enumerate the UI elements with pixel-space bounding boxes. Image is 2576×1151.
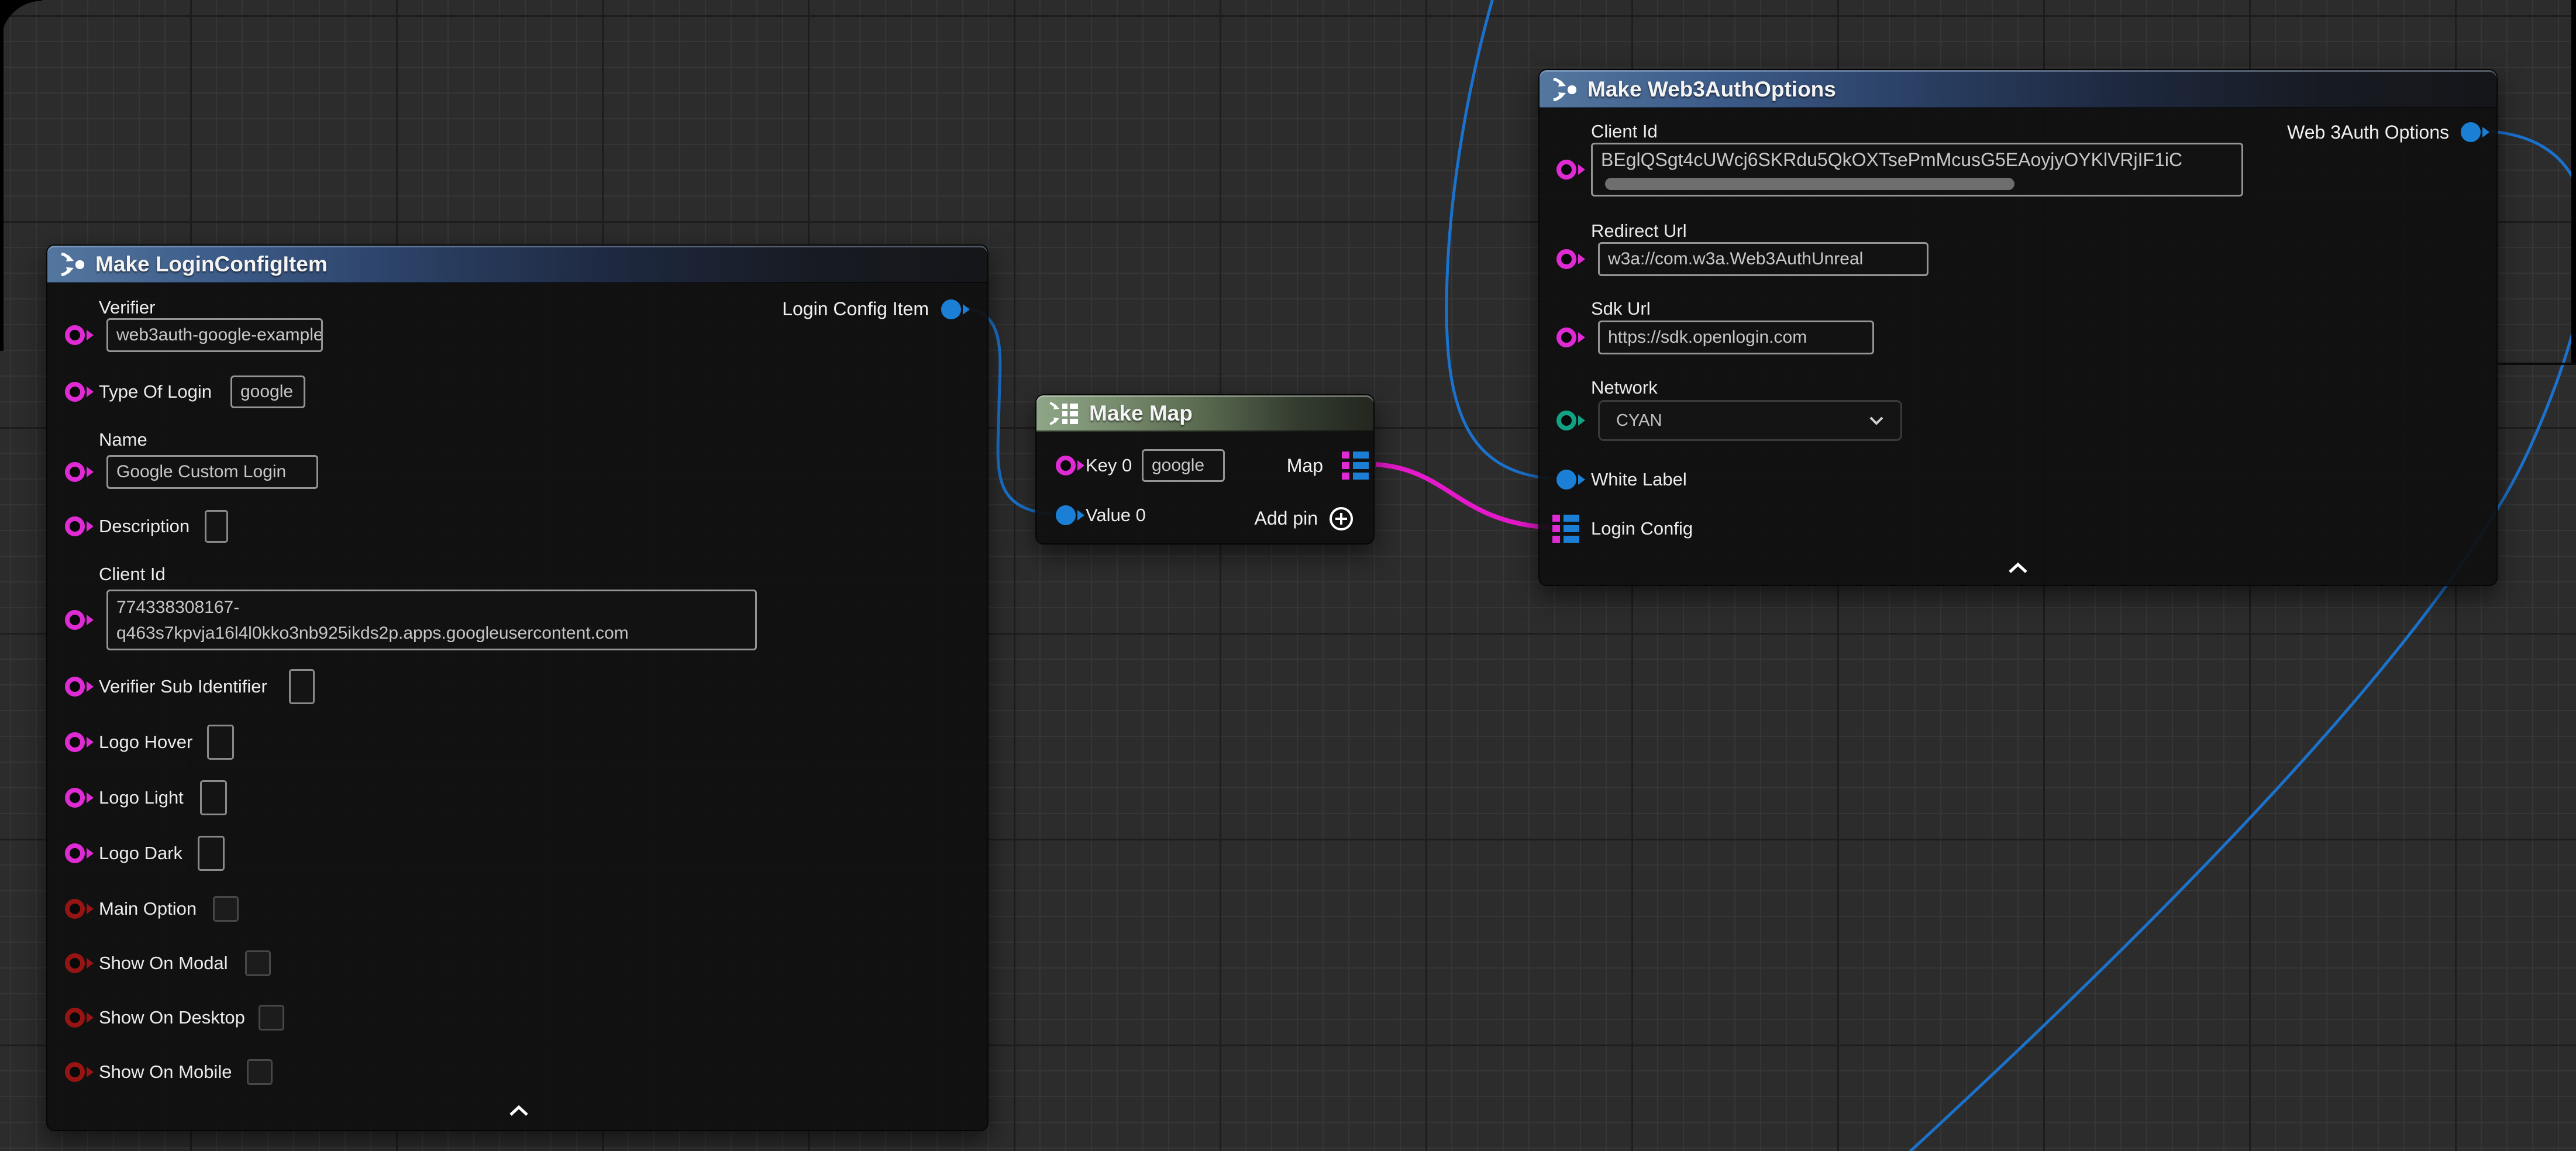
pin-logo-light[interactable] [65,788,95,808]
pin-show-on-desktop[interactable] [65,1008,95,1028]
node-make-map[interactable]: Make Map Key 0 google Map Value 0 Add pi… [1035,394,1375,545]
right-panel-divider [2495,363,2576,365]
pin-label-sdk-url: Sdk Url [1591,298,1651,319]
network-dropdown-value: CYAN [1616,411,1662,430]
pin-network[interactable] [1556,411,1587,430]
pin-show-on-mobile[interactable] [65,1062,95,1082]
pin-sdk-url[interactable] [1556,328,1587,347]
name-input[interactable]: Google Custom Login [106,455,318,489]
node-title: Make LoginConfigItem [95,252,328,277]
pin-value0[interactable] [1056,505,1086,525]
logo-hover-input[interactable] [207,725,234,760]
node-make-web3auth-options[interactable]: Make Web3AuthOptions Web 3Auth Options C… [1538,69,2498,586]
add-pin-icon[interactable] [1328,506,1354,532]
pin-label-client-id: Client Id [1591,121,1658,142]
type-of-login-input[interactable]: google [230,375,305,408]
main-option-checkbox[interactable] [213,896,239,922]
logo-light-input[interactable] [200,780,227,815]
pin-key0[interactable] [1056,456,1086,475]
wire-offscreen-to-white-label[interactable] [1447,0,1550,478]
logo-dark-input[interactable] [198,836,225,871]
make-map-icon [1048,402,1079,425]
add-pin-label: Add pin [1254,508,1318,529]
collapse-chevron-icon[interactable] [2006,561,2030,574]
make-struct-icon [1551,78,1577,101]
pin-label-logo-light: Logo Light [99,787,184,808]
wire-map-to-login-config[interactable] [1376,464,1550,528]
collapse-chevron-icon[interactable] [507,1104,531,1117]
pin-label-redirect-url: Redirect Url [1591,220,1687,242]
pin-type-of-login[interactable] [65,382,95,402]
pin-label-main-option: Main Option [99,898,197,919]
verifier-input[interactable]: web3auth-google-example [106,318,323,352]
pin-label-show-on-modal: Show On Modal [99,953,228,974]
node-title: Make Map [1089,401,1193,426]
right-edge-border [2571,0,2576,364]
client-id-scrollbar[interactable] [1605,178,2014,190]
output-pin-label: Login Config Item [782,298,929,320]
description-input[interactable] [205,510,228,543]
node-header[interactable]: Make Map [1036,395,1373,432]
show-on-mobile-checkbox[interactable] [247,1059,273,1085]
pin-client-id[interactable] [65,610,95,630]
pin-main-option[interactable] [65,899,95,919]
client-id-line1: 774338308167- [116,595,747,621]
left-edge-border [0,0,4,351]
output-pin-login-config-item[interactable] [941,299,972,319]
show-on-modal-checkbox[interactable] [245,950,271,976]
network-dropdown[interactable]: CYAN [1598,400,1902,441]
sdk-url-input[interactable]: https://sdk.openlogin.com [1598,321,1874,354]
show-on-desktop-checkbox[interactable] [259,1005,284,1031]
redirect-url-input[interactable]: w3a://com.w3a.Web3AuthUnreal [1598,242,1928,276]
pin-label-description: Description [99,516,190,537]
pin-label-show-on-desktop: Show On Desktop [99,1007,245,1028]
output-pin-web3auth-options[interactable] [2461,122,2491,142]
node-make-login-config-item[interactable]: Make LoginConfigItem Login Config Item V… [46,244,989,1131]
pin-logo-hover[interactable] [65,732,95,752]
pin-label-show-on-mobile: Show On Mobile [99,1062,232,1083]
pin-label-name: Name [99,429,147,450]
pin-label-type-of-login: Type Of Login [99,381,212,402]
pin-label-key0: Key 0 [1086,455,1132,476]
dropdown-chevron-icon [1869,416,1884,425]
output-pin-label: Web 3Auth Options [2287,122,2449,143]
node-header[interactable]: Make Web3AuthOptions [1540,70,2496,108]
pin-label-login-config: Login Config [1591,518,1693,539]
pin-description[interactable] [65,516,95,536]
client-id-input[interactable]: 774338308167- q463s7kpvja16l4l0kko3nb925… [106,590,757,650]
pin-show-on-modal[interactable] [65,953,95,973]
graph-rounded-corner [0,0,42,42]
make-struct-icon [59,253,85,276]
node-title: Make Web3AuthOptions [1587,77,1836,102]
pin-label-network: Network [1591,377,1658,398]
pin-label-white-label: White Label [1591,469,1687,490]
pin-logo-dark[interactable] [65,843,95,863]
blueprint-graph-canvas[interactable]: Make LoginConfigItem Login Config Item V… [0,0,2576,1151]
pin-verifier[interactable] [65,325,95,345]
pin-client-id[interactable] [1556,160,1587,180]
pin-verifier-sub-identifier[interactable] [65,677,95,697]
pin-label-logo-hover: Logo Hover [99,732,192,753]
pin-white-label[interactable] [1556,470,1587,490]
pin-label-verifier-sub-identifier: Verifier Sub Identifier [99,676,267,697]
pin-label-logo-dark: Logo Dark [99,843,182,864]
map-pin-icon[interactable] [1342,451,1370,480]
pin-redirect-url[interactable] [1556,249,1587,269]
pin-label-client-id: Client Id [99,564,166,585]
pin-label-value0: Value 0 [1086,505,1146,526]
node-header[interactable]: Make LoginConfigItem [47,246,987,283]
key0-input[interactable]: google [1142,449,1225,482]
verifier-sub-identifier-input[interactable] [289,669,315,704]
pin-label-verifier: Verifier [99,297,155,318]
output-pin-label-map: Map [1287,455,1323,477]
login-config-map-pin-icon[interactable] [1552,514,1580,543]
pin-name[interactable] [65,462,95,482]
client-id-line2: q463s7kpvja16l4l0kko3nb925ikds2p.apps.go… [116,621,747,646]
